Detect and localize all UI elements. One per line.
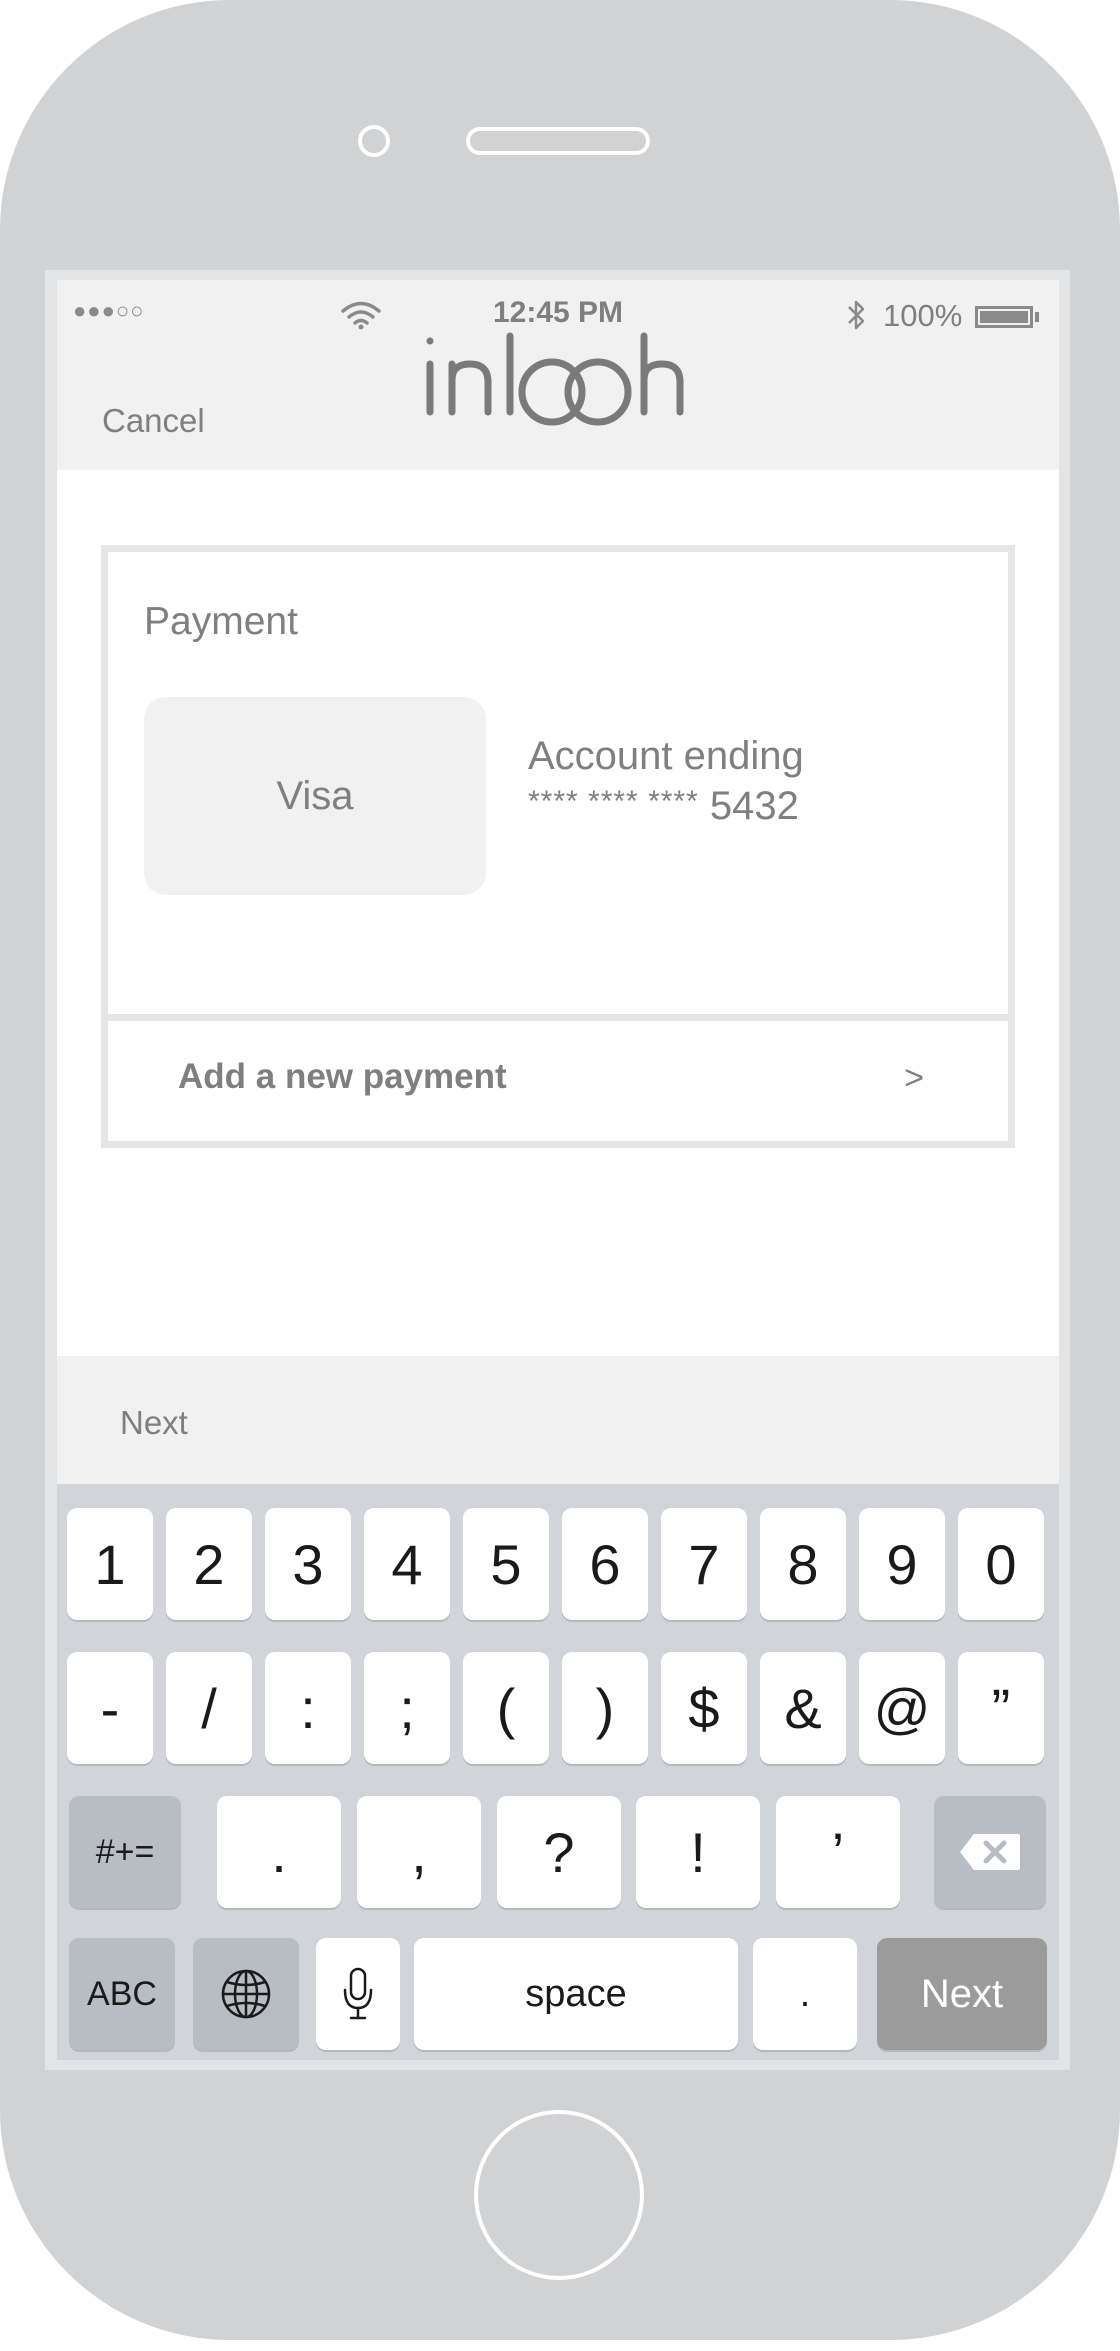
key-4[interactable]: 4 xyxy=(364,1508,450,1620)
bluetooth-icon xyxy=(848,300,865,330)
key-open-paren[interactable]: ( xyxy=(463,1652,549,1764)
key-question[interactable]: ? xyxy=(497,1796,621,1908)
power-button xyxy=(1114,490,1120,660)
key-colon[interactable]: : xyxy=(265,1652,351,1764)
globe-icon xyxy=(221,1969,271,2019)
key-close-paren[interactable]: ) xyxy=(562,1652,648,1764)
chevron-right-icon: > xyxy=(904,1059,924,1097)
inlooh-logo xyxy=(426,332,684,426)
key-6[interactable]: 6 xyxy=(562,1508,648,1620)
visa-card-tile[interactable]: Visa xyxy=(144,697,486,895)
key-7[interactable]: 7 xyxy=(661,1508,747,1620)
numeric-keyboard: 1 2 3 4 5 6 7 8 9 0 - / : ; ( ) $ & @ ” … xyxy=(57,1484,1059,2060)
key-semicolon[interactable]: ; xyxy=(364,1652,450,1764)
payment-title: Payment xyxy=(144,600,298,643)
key-comma[interactable]: , xyxy=(357,1796,481,1908)
key-quote[interactable]: ” xyxy=(958,1652,1044,1764)
top-bar: ●●●○○ 12:45 PM 100% Cancel xyxy=(57,280,1059,470)
key-at[interactable]: @ xyxy=(859,1652,945,1764)
key-ampersand[interactable]: & xyxy=(760,1652,846,1764)
last-four-digits: 5432 xyxy=(709,784,799,828)
keyboard-accessory-bar: Next xyxy=(57,1356,1059,1484)
key-exclamation[interactable]: ! xyxy=(636,1796,760,1908)
status-bar: ●●●○○ 12:45 PM 100% xyxy=(57,292,1059,333)
volume-up-button xyxy=(0,490,4,660)
key-8[interactable]: 8 xyxy=(760,1508,846,1620)
key-5[interactable]: 5 xyxy=(463,1508,549,1620)
masked-digits: **** **** **** xyxy=(528,785,699,818)
dictation-key[interactable] xyxy=(316,1938,400,2050)
key-dollar[interactable]: $ xyxy=(661,1652,747,1764)
card-divider xyxy=(108,1014,1008,1021)
cancel-button[interactable]: Cancel xyxy=(102,402,205,440)
backspace-key[interactable] xyxy=(934,1796,1046,1908)
screen: ●●●○○ 12:45 PM 100% Cancel Payment Visa … xyxy=(57,280,1059,2060)
payment-card: Payment Visa Account ending **** **** **… xyxy=(101,545,1015,1148)
key-hyphen[interactable]: - xyxy=(67,1652,153,1764)
backspace-icon xyxy=(960,1834,1020,1870)
volume-down-button xyxy=(0,710,4,880)
key-period[interactable]: . xyxy=(217,1796,341,1908)
symbols-toggle-key[interactable]: #+= xyxy=(69,1796,181,1908)
key-2[interactable]: 2 xyxy=(166,1508,252,1620)
add-payment-label: Add a new payment xyxy=(178,1057,507,1096)
visa-label: Visa xyxy=(276,773,354,818)
battery-tip xyxy=(1035,312,1039,322)
key-0[interactable]: 0 xyxy=(958,1508,1044,1620)
key-9[interactable]: 9 xyxy=(859,1508,945,1620)
period-key[interactable]: . xyxy=(753,1938,857,2050)
key-apostrophe[interactable]: ’ xyxy=(776,1796,900,1908)
globe-key[interactable] xyxy=(193,1938,299,2050)
key-slash[interactable]: / xyxy=(166,1652,252,1764)
battery-percentage: 100% xyxy=(883,298,963,333)
mute-switch xyxy=(0,290,4,380)
home-button[interactable] xyxy=(474,2110,644,2280)
microphone-icon xyxy=(343,1967,373,2020)
abc-key[interactable]: ABC xyxy=(69,1938,175,2050)
keyboard-next-button[interactable]: Next xyxy=(877,1938,1047,2050)
add-new-payment-row[interactable]: Add a new payment > xyxy=(108,1021,1008,1141)
accessory-next-button[interactable]: Next xyxy=(120,1404,188,1442)
account-number: **** **** **** 5432 xyxy=(528,784,799,829)
space-key[interactable]: space xyxy=(414,1938,738,2050)
battery-icon xyxy=(975,306,1033,328)
key-3[interactable]: 3 xyxy=(265,1508,351,1620)
account-ending-label: Account ending xyxy=(528,734,804,778)
front-camera xyxy=(358,125,390,157)
key-1[interactable]: 1 xyxy=(67,1508,153,1620)
earpiece-speaker xyxy=(466,127,650,155)
